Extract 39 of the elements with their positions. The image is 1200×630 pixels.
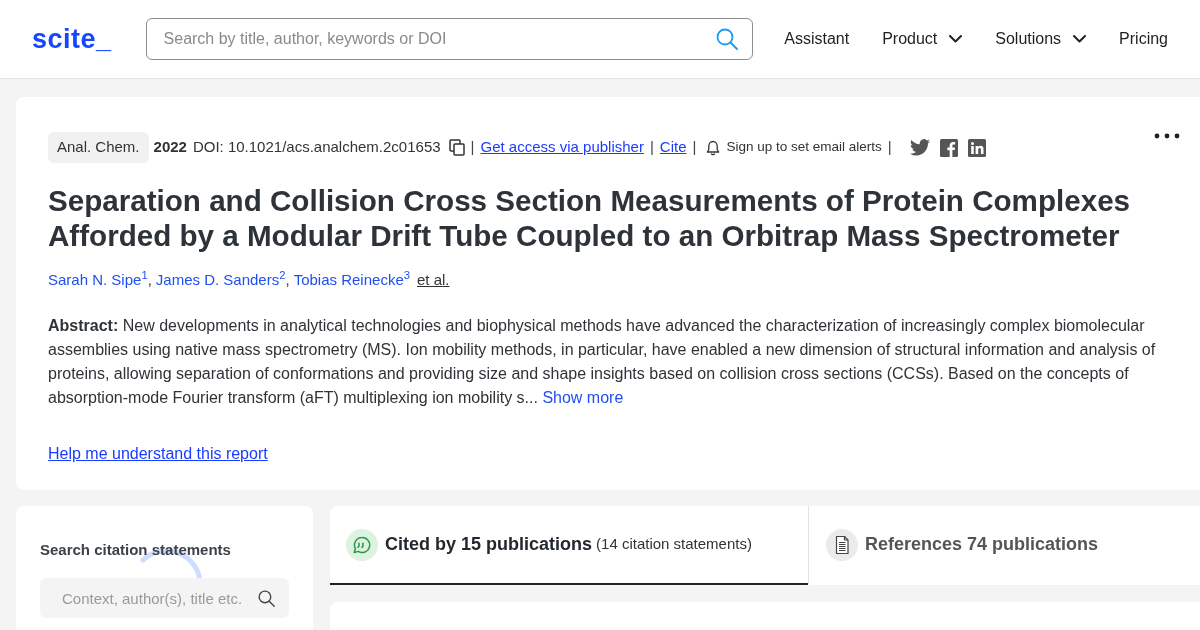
search-field[interactable]: Search by title, author, keywords or DOI [145, 18, 753, 60]
separator: | [887, 137, 892, 158]
document-icon [826, 528, 858, 561]
nav-item[interactable]: Assistant [784, 27, 850, 51]
more-options-icon[interactable] [1154, 133, 1180, 139]
facebook-icon[interactable] [939, 138, 958, 157]
help-link[interactable]: Help me understand this report [48, 442, 268, 466]
et-al-link[interactable]: et al. [417, 268, 450, 292]
author-separator: , [285, 270, 290, 290]
twitter-icon[interactable] [909, 139, 930, 156]
nav-item[interactable]: Pricing [1119, 27, 1168, 51]
meta-link[interactable]: Get access via publisher [480, 136, 644, 159]
copy-icon[interactable] [448, 139, 465, 156]
author-link[interactable]: Tobias Reinecke$^{3}$ [293, 268, 410, 292]
author-separator: , [147, 270, 152, 290]
email-alert-link[interactable]: Sign up to set email alerts [726, 137, 882, 158]
tab[interactable]: References 74 publications [808, 506, 1200, 585]
linkedin-icon[interactable] [967, 138, 986, 157]
doi-text: DOI: 10.1021/acs.analchem.2c01653 [192, 137, 441, 158]
author-link[interactable]: James D. Sanders$^{2}$ [155, 268, 286, 292]
separator: | [470, 137, 475, 158]
separator: | [649, 137, 654, 158]
logo[interactable]: scite_ [32, 25, 112, 53]
tab[interactable]: Cited by 15 publications (14 citation statements) [330, 506, 808, 585]
publication-year: 2022 [153, 137, 187, 158]
panel-title: Search citation statements [40, 540, 232, 560]
show-more-link[interactable]: Show more [542, 389, 624, 406]
separator: | [692, 137, 697, 158]
journal-badge: Anal. Chem. [48, 132, 149, 163]
citation-search-field[interactable]: Context, author(s), title etc. [40, 578, 289, 618]
meta-link[interactable]: Cite [659, 136, 687, 159]
bell-icon[interactable] [706, 139, 721, 156]
author-link[interactable]: Sarah N. Sipe$^{1}$ [48, 268, 148, 292]
nav-item[interactable]: Product [882, 27, 963, 51]
paper-title: Separation and Collision Cross Section Measurements of Protein Complexes Afforded by a Modular Drift Tube Coupled to an Orbitrap Mass Spectrometer [48, 183, 1132, 253]
speech-bubble-icon [346, 528, 378, 561]
search-icon[interactable] [258, 590, 275, 607]
abstract-text: Abstract: New developments in analytical technologies and biophysical methods have advanced the characterization of increasingly complex biomolecular assemblies using native mass spectrometry (MS). Ion mobility methods, in particular, have enabled a new dimension of structural information and analysis of proteins, allowing separation of conformations and providing size and shape insights based on collision cross sections (CCSs). Based on the concepts of absorption-mode Fourier transform (aFT) multiplexing ion mobility s... Show more [48, 316, 1156, 408]
nav-item[interactable]: Solutions [995, 27, 1087, 51]
